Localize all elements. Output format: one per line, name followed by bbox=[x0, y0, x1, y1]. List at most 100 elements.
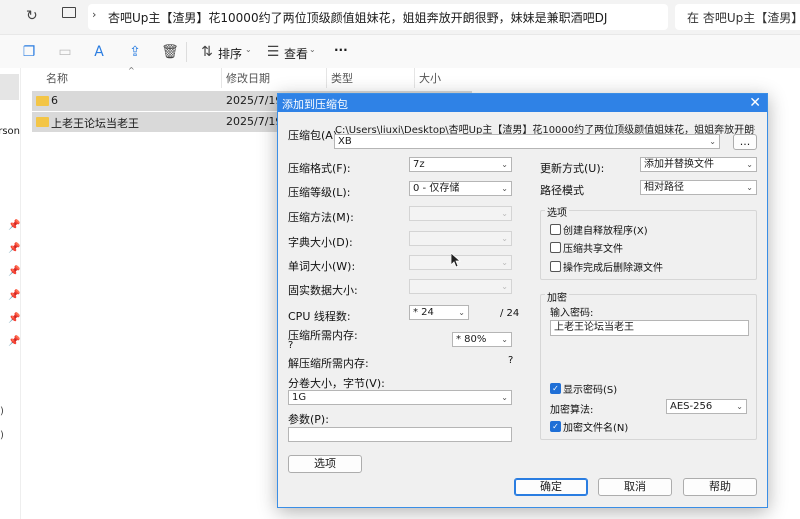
chevron-down-icon: ⌄ bbox=[501, 335, 508, 344]
pin-icon: 📌 bbox=[8, 290, 21, 301]
split-value: 1G bbox=[292, 392, 307, 403]
search-input[interactable]: 在 杏吧Up主【渣男】花 bbox=[687, 9, 800, 26]
cancel-button[interactable]: 取消 bbox=[598, 478, 672, 496]
nav-selected-item[interactable] bbox=[0, 74, 19, 100]
chevron-down-icon: ⌄ bbox=[245, 45, 252, 54]
folder-icon bbox=[36, 117, 49, 127]
chevron-down-icon: ⌄ bbox=[501, 393, 508, 402]
split-combo[interactable]: 1G ⌄ bbox=[288, 390, 512, 405]
navigation-pane: erson 📌 📌 📌 📌 📌 📌 bbox=[0, 68, 21, 519]
method-label: 压缩方法(M): bbox=[288, 211, 354, 224]
level-label: 压缩等级(L): bbox=[288, 186, 351, 199]
cpu-label: CPU 线程数: bbox=[288, 310, 351, 323]
dialog-title: 添加到压缩包 bbox=[282, 98, 348, 111]
update-label: 更新方式(U): bbox=[540, 162, 605, 175]
level-select[interactable]: 0 - 仅存储 ⌄ bbox=[409, 181, 512, 196]
dict-select[interactable]: ⌄ bbox=[409, 231, 512, 246]
update-value: 添加并替换文件 bbox=[644, 159, 714, 170]
mem-comp-value: * 80% bbox=[456, 334, 487, 345]
method-select[interactable]: ⌄ bbox=[409, 206, 512, 221]
browse-button[interactable]: ... bbox=[733, 134, 757, 150]
chevron-down-icon: ⌄ bbox=[458, 308, 465, 317]
pin-icon: 📌 bbox=[8, 266, 21, 277]
delete-icon[interactable]: 🗑 bbox=[161, 43, 179, 61]
params-label: 参数(P): bbox=[288, 413, 329, 426]
sfx-checkbox[interactable] bbox=[550, 224, 561, 235]
mem-decomp-label: 解压缩所需内存: bbox=[288, 357, 369, 370]
delete-source-label: 操作完成后删除源文件 bbox=[563, 263, 663, 274]
chevron-down-icon: ⌄ bbox=[501, 184, 508, 193]
shared-label: 压缩共享文件 bbox=[563, 244, 623, 255]
mem-comp-select[interactable]: * 80% ⌄ bbox=[452, 332, 512, 347]
archive-name-combo[interactable]: XB ⌄ bbox=[334, 134, 720, 149]
paste-icon[interactable]: ▭ bbox=[56, 43, 74, 61]
enc-method-select[interactable]: AES-256 ⌄ bbox=[666, 399, 747, 414]
format-select[interactable]: 7z ⌄ bbox=[409, 157, 512, 172]
pin-icon: 📌 bbox=[8, 220, 21, 231]
column-header-type[interactable]: 类型 bbox=[331, 70, 353, 86]
folder-icon bbox=[36, 96, 49, 106]
column-divider[interactable] bbox=[326, 68, 327, 88]
chevron-down-icon: ⌄ bbox=[501, 160, 508, 169]
more-button[interactable]: ··· bbox=[334, 43, 348, 57]
password-input[interactable]: 上老王论坛当老王 bbox=[550, 320, 749, 336]
sort-indicator-icon: ^ bbox=[128, 66, 135, 75]
archive-label: 压缩包(A): bbox=[288, 129, 341, 142]
level-value: 0 - 仅存储 bbox=[413, 183, 460, 194]
pin-icon: 📌 bbox=[8, 336, 21, 347]
column-header-size[interactable]: 大小 bbox=[419, 70, 441, 86]
help-button[interactable]: 帮助 bbox=[683, 478, 757, 496]
sort-button[interactable]: 排序 bbox=[218, 45, 242, 62]
breadcrumb[interactable]: 杏吧Up主【渣男】花10000约了两位顶级颜值姐妹花，姐姐奔放开朗很野，妹妹是兼… bbox=[108, 9, 668, 26]
column-header-name[interactable]: 名称 bbox=[46, 70, 68, 86]
view-button[interactable]: 查看 bbox=[284, 45, 308, 62]
column-header-date[interactable]: 修改日期 bbox=[226, 70, 270, 86]
column-divider[interactable] bbox=[221, 68, 222, 88]
chevron-down-icon: ⌄ bbox=[736, 402, 743, 411]
word-label: 单词大小(W): bbox=[288, 260, 356, 273]
encrypt-names-checkbox[interactable]: ✓ bbox=[550, 421, 561, 432]
view-icon[interactable]: ☰ bbox=[264, 43, 282, 61]
computer-icon[interactable] bbox=[62, 7, 76, 18]
solid-select[interactable]: ⌄ bbox=[409, 279, 512, 294]
format-label: 压缩格式(F): bbox=[288, 162, 351, 175]
path-mode-select[interactable]: 相对路径 ⌄ bbox=[640, 180, 757, 195]
close-icon[interactable]: ✕ bbox=[749, 94, 761, 112]
refresh-icon[interactable]: ↻ bbox=[26, 8, 38, 24]
file-name: 上老王论坛当老王 bbox=[51, 117, 139, 130]
delete-source-checkbox[interactable] bbox=[550, 261, 561, 272]
options-group-title: 选项 bbox=[545, 204, 569, 219]
chevron-down-icon: ⌄ bbox=[709, 137, 716, 146]
command-bar: ❐ ▭ A ⇪ 🗑 ⇅ 排序 ⌄ ☰ 查看 ⌄ ··· bbox=[0, 34, 800, 69]
rename-icon[interactable]: A bbox=[90, 43, 108, 61]
pin-icon: 📌 bbox=[8, 313, 21, 324]
column-divider[interactable] bbox=[414, 68, 415, 88]
mouse-cursor-icon bbox=[451, 253, 461, 268]
ok-button[interactable]: 确定 bbox=[514, 478, 588, 496]
shared-checkbox[interactable] bbox=[550, 242, 561, 253]
encrypt-names-label: 加密文件名(N) bbox=[563, 423, 629, 434]
chevron-down-icon: ⌄ bbox=[746, 183, 753, 192]
share-icon[interactable]: ⇪ bbox=[126, 43, 144, 61]
options-button[interactable]: 选项 bbox=[288, 455, 362, 473]
chevron-down-icon: ⌄ bbox=[501, 209, 508, 218]
sort-icon[interactable]: ⇅ bbox=[198, 43, 216, 61]
params-input[interactable] bbox=[288, 427, 512, 442]
address-bar-area: ↻ › 杏吧Up主【渣男】花10000约了两位顶级颜值姐妹花，姐姐奔放开朗很野，… bbox=[0, 0, 800, 34]
password-value: 上老王论坛当老王 bbox=[554, 322, 634, 333]
show-password-checkbox[interactable]: ✓ bbox=[550, 383, 561, 394]
file-name: 6 bbox=[51, 94, 58, 107]
dialog-title-bar[interactable]: 添加到压缩包 ✕ bbox=[278, 94, 767, 112]
update-select[interactable]: 添加并替换文件 ⌄ bbox=[640, 157, 757, 172]
format-value: 7z bbox=[413, 159, 425, 170]
cpu-select[interactable]: * 24 ⌄ bbox=[409, 305, 469, 320]
chevron-down-icon: ⌄ bbox=[501, 258, 508, 267]
chevron-down-icon: ⌄ bbox=[746, 160, 753, 169]
enc-method-value: AES-256 bbox=[670, 401, 713, 412]
encryption-group-title: 加密 bbox=[545, 289, 569, 304]
copy-icon[interactable]: ❐ bbox=[20, 43, 38, 61]
path-mode-label: 路径模式 bbox=[540, 184, 584, 197]
solid-label: 固实数据大小: bbox=[288, 284, 358, 297]
chevron-right-icon[interactable]: › bbox=[92, 8, 96, 21]
nav-item-partial[interactable]: erson bbox=[0, 126, 20, 137]
